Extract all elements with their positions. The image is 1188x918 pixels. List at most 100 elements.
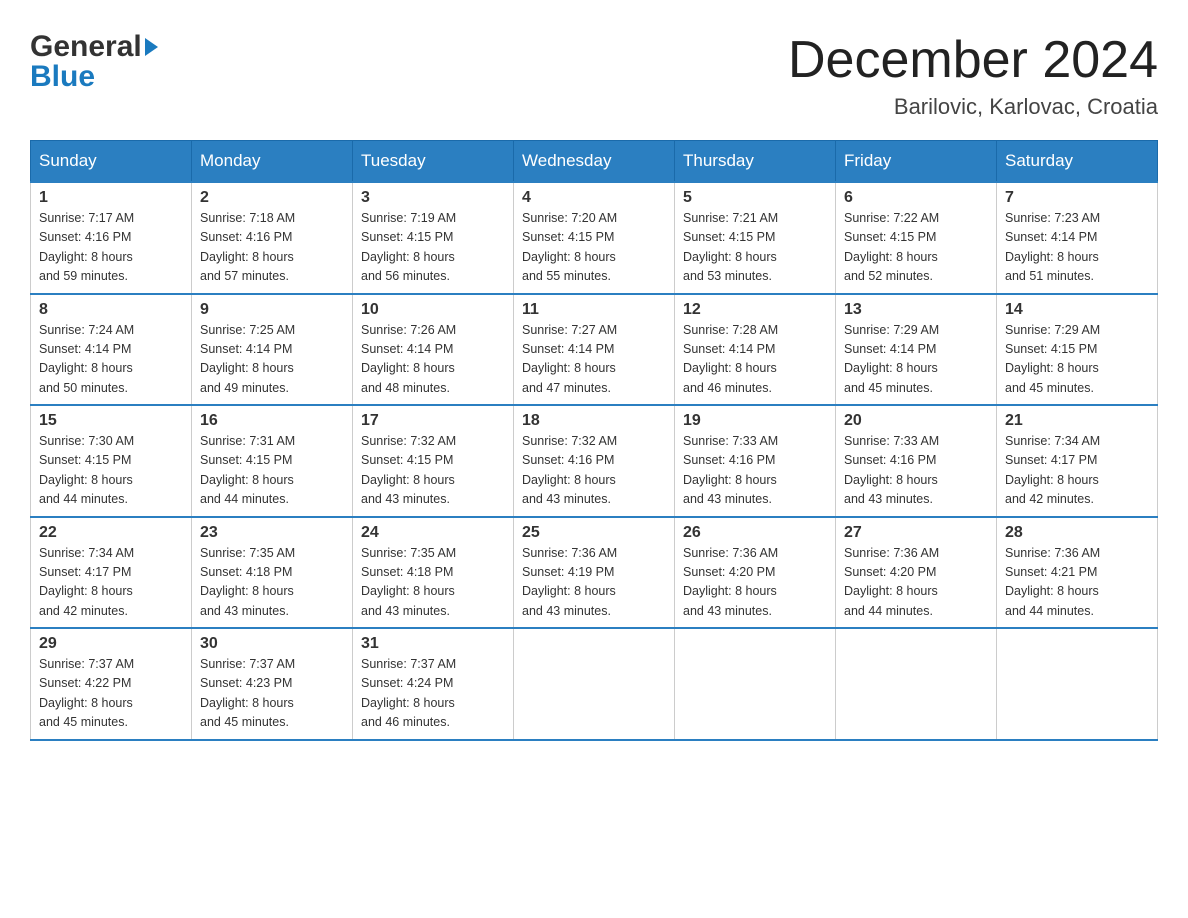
calendar-header: SundayMondayTuesdayWednesdayThursdayFrid… (31, 141, 1158, 183)
day-info: Sunrise: 7:26 AMSunset: 4:14 PMDaylight:… (361, 321, 505, 399)
calendar-cell: 3 Sunrise: 7:19 AMSunset: 4:15 PMDaylight… (353, 182, 514, 294)
calendar-cell: 25 Sunrise: 7:36 AMSunset: 4:19 PMDayligh… (514, 517, 675, 629)
weekday-header-sunday: Sunday (31, 141, 192, 183)
day-info: Sunrise: 7:34 AMSunset: 4:17 PMDaylight:… (39, 544, 183, 622)
day-info: Sunrise: 7:21 AMSunset: 4:15 PMDaylight:… (683, 209, 827, 287)
day-number: 14 (1005, 301, 1149, 319)
day-number: 3 (361, 189, 505, 207)
day-info: Sunrise: 7:29 AMSunset: 4:14 PMDaylight:… (844, 321, 988, 399)
day-info: Sunrise: 7:20 AMSunset: 4:15 PMDaylight:… (522, 209, 666, 287)
day-info: Sunrise: 7:36 AMSunset: 4:20 PMDaylight:… (683, 544, 827, 622)
calendar-week-row: 29 Sunrise: 7:37 AMSunset: 4:22 PMDayligh… (31, 628, 1158, 740)
calendar-cell: 10 Sunrise: 7:26 AMSunset: 4:14 PMDayligh… (353, 294, 514, 406)
calendar-cell: 26 Sunrise: 7:36 AMSunset: 4:20 PMDayligh… (675, 517, 836, 629)
day-info: Sunrise: 7:35 AMSunset: 4:18 PMDaylight:… (200, 544, 344, 622)
day-number: 1 (39, 189, 183, 207)
day-number: 18 (522, 412, 666, 430)
weekday-header-row: SundayMondayTuesdayWednesdayThursdayFrid… (31, 141, 1158, 183)
day-number: 6 (844, 189, 988, 207)
day-info: Sunrise: 7:32 AMSunset: 4:15 PMDaylight:… (361, 432, 505, 510)
calendar-cell: 20Sunrise: 7:33 AMSunset: 4:16 PMDayligh… (836, 405, 997, 517)
calendar-cell: 2 Sunrise: 7:18 AMSunset: 4:16 PMDaylight… (192, 182, 353, 294)
day-info: Sunrise: 7:36 AMSunset: 4:21 PMDaylight:… (1005, 544, 1149, 622)
weekday-header-thursday: Thursday (675, 141, 836, 183)
calendar-cell: 16 Sunrise: 7:31 AMSunset: 4:15 PMDayligh… (192, 405, 353, 517)
day-info: Sunrise: 7:19 AMSunset: 4:15 PMDaylight:… (361, 209, 505, 287)
calendar-week-row: 8 Sunrise: 7:24 AMSunset: 4:14 PMDaylight… (31, 294, 1158, 406)
day-info: Sunrise: 7:23 AMSunset: 4:14 PMDaylight:… (1005, 209, 1149, 287)
day-info: Sunrise: 7:37 AMSunset: 4:22 PMDaylight:… (39, 655, 183, 733)
day-info: Sunrise: 7:35 AMSunset: 4:18 PMDaylight:… (361, 544, 505, 622)
calendar-cell: 11Sunrise: 7:27 AMSunset: 4:14 PMDayligh… (514, 294, 675, 406)
calendar-cell (514, 628, 675, 740)
day-number: 20 (844, 412, 988, 430)
day-info: Sunrise: 7:29 AMSunset: 4:15 PMDaylight:… (1005, 321, 1149, 399)
day-number: 4 (522, 189, 666, 207)
calendar-cell: 7 Sunrise: 7:23 AMSunset: 4:14 PMDaylight… (997, 182, 1158, 294)
day-number: 24 (361, 524, 505, 542)
calendar-week-row: 15Sunrise: 7:30 AMSunset: 4:15 PMDayligh… (31, 405, 1158, 517)
calendar-cell: 14 Sunrise: 7:29 AMSunset: 4:15 PMDayligh… (997, 294, 1158, 406)
calendar-cell: 28 Sunrise: 7:36 AMSunset: 4:21 PMDayligh… (997, 517, 1158, 629)
weekday-header-friday: Friday (836, 141, 997, 183)
day-number: 13 (844, 301, 988, 319)
day-info: Sunrise: 7:37 AMSunset: 4:24 PMDaylight:… (361, 655, 505, 733)
day-info: Sunrise: 7:31 AMSunset: 4:15 PMDaylight:… (200, 432, 344, 510)
day-number: 21 (1005, 412, 1149, 430)
day-number: 2 (200, 189, 344, 207)
title-area: December 2024 Barilovic, Karlovac, Croat… (788, 30, 1158, 120)
calendar-cell (675, 628, 836, 740)
day-info: Sunrise: 7:28 AMSunset: 4:14 PMDaylight:… (683, 321, 827, 399)
day-number: 16 (200, 412, 344, 430)
calendar-cell: 5 Sunrise: 7:21 AMSunset: 4:15 PMDaylight… (675, 182, 836, 294)
day-number: 22 (39, 524, 183, 542)
day-number: 7 (1005, 189, 1149, 207)
location: Barilovic, Karlovac, Croatia (788, 94, 1158, 120)
day-number: 27 (844, 524, 988, 542)
day-info: Sunrise: 7:34 AMSunset: 4:17 PMDaylight:… (1005, 432, 1149, 510)
weekday-header-wednesday: Wednesday (514, 141, 675, 183)
calendar-cell (836, 628, 997, 740)
logo-row1: General (30, 30, 158, 64)
day-number: 19 (683, 412, 827, 430)
day-number: 8 (39, 301, 183, 319)
day-number: 10 (361, 301, 505, 319)
day-info: Sunrise: 7:24 AMSunset: 4:14 PMDaylight:… (39, 321, 183, 399)
day-number: 30 (200, 635, 344, 653)
day-info: Sunrise: 7:36 AMSunset: 4:19 PMDaylight:… (522, 544, 666, 622)
day-info: Sunrise: 7:30 AMSunset: 4:15 PMDaylight:… (39, 432, 183, 510)
day-number: 17 (361, 412, 505, 430)
calendar-cell: 15Sunrise: 7:30 AMSunset: 4:15 PMDayligh… (31, 405, 192, 517)
month-title: December 2024 (788, 30, 1158, 90)
calendar-cell: 6 Sunrise: 7:22 AMSunset: 4:15 PMDaylight… (836, 182, 997, 294)
calendar-cell: 31 Sunrise: 7:37 AMSunset: 4:24 PMDayligh… (353, 628, 514, 740)
day-number: 5 (683, 189, 827, 207)
day-info: Sunrise: 7:22 AMSunset: 4:15 PMDaylight:… (844, 209, 988, 287)
calendar-cell: 13 Sunrise: 7:29 AMSunset: 4:14 PMDayligh… (836, 294, 997, 406)
calendar-cell: 17 Sunrise: 7:32 AMSunset: 4:15 PMDayligh… (353, 405, 514, 517)
day-number: 12 (683, 301, 827, 319)
day-number: 25 (522, 524, 666, 542)
day-number: 9 (200, 301, 344, 319)
day-number: 11 (522, 301, 666, 319)
day-number: 23 (200, 524, 344, 542)
calendar-cell: 23 Sunrise: 7:35 AMSunset: 4:18 PMDayligh… (192, 517, 353, 629)
logo-chevron-icon (145, 38, 158, 56)
day-number: 26 (683, 524, 827, 542)
weekday-header-saturday: Saturday (997, 141, 1158, 183)
logo-blue: Blue (30, 60, 158, 94)
calendar-cell: 24 Sunrise: 7:35 AMSunset: 4:18 PMDayligh… (353, 517, 514, 629)
day-number: 28 (1005, 524, 1149, 542)
day-number: 29 (39, 635, 183, 653)
calendar-week-row: 1Sunrise: 7:17 AMSunset: 4:16 PMDaylight… (31, 182, 1158, 294)
day-info: Sunrise: 7:18 AMSunset: 4:16 PMDaylight:… (200, 209, 344, 287)
calendar-cell: 30Sunrise: 7:37 AMSunset: 4:23 PMDayligh… (192, 628, 353, 740)
page-header: General Blue December 2024 Barilovic, Ka… (30, 30, 1158, 120)
logo-general: General (30, 30, 142, 64)
day-number: 31 (361, 635, 505, 653)
calendar-cell: 1Sunrise: 7:17 AMSunset: 4:16 PMDaylight… (31, 182, 192, 294)
calendar-cell: 27Sunrise: 7:36 AMSunset: 4:20 PMDayligh… (836, 517, 997, 629)
calendar-cell: 9Sunrise: 7:25 AMSunset: 4:14 PMDaylight… (192, 294, 353, 406)
calendar-cell: 19Sunrise: 7:33 AMSunset: 4:16 PMDayligh… (675, 405, 836, 517)
day-info: Sunrise: 7:32 AMSunset: 4:16 PMDaylight:… (522, 432, 666, 510)
